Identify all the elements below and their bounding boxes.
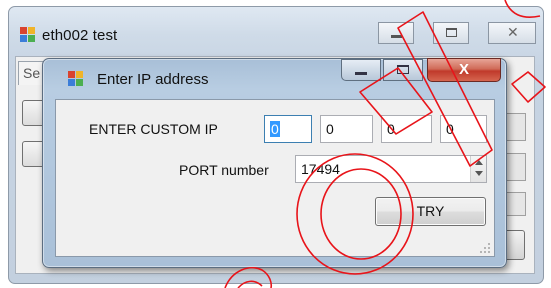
port-number-input[interactable]: 17494 (295, 155, 487, 183)
close-icon: ✕ (507, 24, 519, 40)
spinner-up-icon[interactable] (475, 160, 483, 165)
ip-octet-3-value: 0 (387, 121, 395, 137)
spinner-arrows-icon[interactable] (470, 156, 486, 182)
app-icon (20, 27, 36, 43)
minimize-icon (391, 35, 402, 38)
ip-octet-2-input[interactable]: 0 (320, 115, 373, 143)
dialog-minimize-button[interactable] (341, 59, 381, 81)
dialog-maximize-button[interactable] (383, 59, 423, 81)
dialog-title: Enter IP address (97, 71, 209, 88)
spinner-down-icon[interactable] (475, 171, 483, 176)
close-icon: X (458, 61, 469, 78)
dialog-close-button[interactable]: X (427, 58, 501, 82)
parent-minimize-button[interactable] (378, 22, 414, 44)
ip-octet-3-input[interactable]: 0 (381, 115, 432, 143)
parent-maximize-button[interactable] (433, 22, 469, 44)
ip-octet-2-value: 0 (326, 121, 334, 137)
maximize-icon (397, 65, 409, 74)
try-button[interactable]: TRY (375, 197, 486, 226)
ip-octet-1-value: 0 (270, 121, 280, 137)
parent-window-title: eth002 test (42, 27, 118, 44)
parent-close-button[interactable]: ✕ (488, 22, 536, 44)
ip-label: ENTER CUSTOM IP (89, 121, 218, 137)
ip-octet-4-input[interactable]: 0 (440, 115, 487, 143)
maximize-icon (446, 28, 457, 37)
ip-octet-4-value: 0 (446, 121, 454, 137)
resize-grip-icon[interactable] (480, 243, 490, 253)
dialog-app-icon (68, 71, 84, 87)
minimize-icon (355, 72, 367, 75)
port-value: 17494 (301, 161, 340, 177)
ip-octet-1-input[interactable]: 0 (264, 115, 312, 143)
port-label: PORT number (179, 162, 269, 178)
